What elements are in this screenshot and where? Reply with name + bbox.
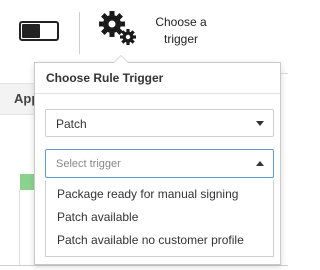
trigger-option[interactable]: Patch available: [57, 210, 138, 224]
gears-icon[interactable]: [98, 10, 142, 50]
trigger-type-select[interactable]: Patch: [45, 109, 274, 137]
caret-up-icon: [256, 161, 264, 166]
trigger-select-placeholder: Select trigger: [56, 158, 121, 170]
choose-rule-trigger-popover: Choose Rule Trigger Patch Select trigger…: [34, 55, 281, 265]
view-toggle-switch[interactable]: [19, 21, 59, 41]
trigger-select[interactable]: Select trigger: [45, 149, 274, 178]
trigger-option[interactable]: Patch available no customer profile: [57, 233, 244, 247]
popover-divider: [35, 93, 280, 94]
toggle-knob: [22, 24, 40, 38]
trigger-type-value: Patch: [56, 117, 87, 131]
popover-arrow: [113, 55, 129, 63]
toolbar-divider: [79, 12, 80, 54]
divider-line: [19, 190, 20, 265]
divider-line: [0, 265, 288, 266]
caret-down-icon: [256, 121, 264, 126]
trigger-option[interactable]: Package ready for manual signing: [57, 187, 238, 201]
popover-title: Choose Rule Trigger: [46, 71, 164, 85]
trigger-options-list: Package ready for manual signing Patch a…: [45, 180, 274, 257]
choose-trigger-label[interactable]: Choose a trigger: [145, 14, 217, 48]
top-toolbar: Choose a trigger: [0, 0, 288, 63]
